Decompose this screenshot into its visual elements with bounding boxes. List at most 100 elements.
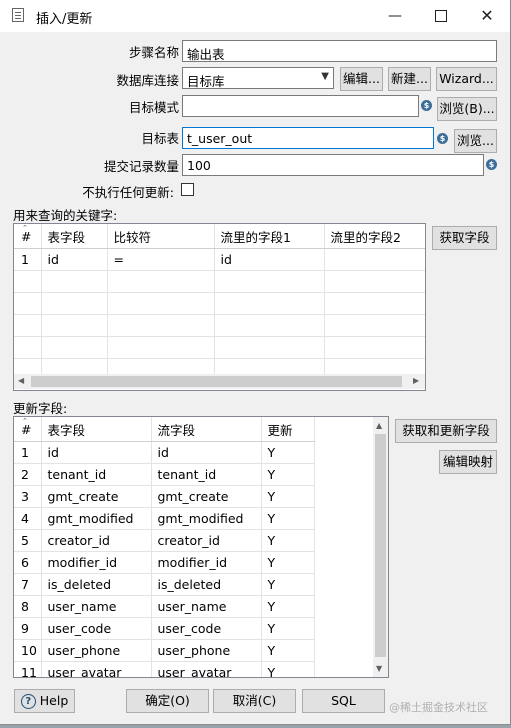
table-cell[interactable]: 1 bbox=[14, 441, 42, 464]
table-cell[interactable]: 4 bbox=[14, 507, 42, 530]
close-button[interactable]: ✕ bbox=[464, 0, 510, 32]
table-cell[interactable]: 11 bbox=[14, 661, 42, 677]
get-update-fields-button[interactable]: 获取和更新字段 bbox=[395, 419, 497, 443]
table-cell[interactable]: user_name bbox=[151, 595, 262, 618]
key-table-header-cell[interactable]: 比较符 bbox=[107, 224, 215, 249]
table-cell[interactable]: id bbox=[214, 248, 325, 271]
table-cell[interactable]: 2 bbox=[14, 463, 42, 486]
get-fields-button[interactable]: 获取字段 bbox=[432, 226, 497, 250]
table-cell[interactable]: Y bbox=[261, 551, 315, 574]
table-cell[interactable]: 8 bbox=[14, 595, 42, 618]
table-cell[interactable]: 6 bbox=[14, 551, 42, 574]
table-row[interactable]: 1 id = id bbox=[14, 248, 425, 271]
table-cell[interactable]: 10 bbox=[14, 639, 42, 662]
browse-table-button[interactable]: 浏览... bbox=[454, 129, 497, 153]
key-table-header-cell[interactable]: 流里的字段2 bbox=[324, 224, 425, 249]
table-cell[interactable]: Y bbox=[261, 661, 315, 677]
table-cell[interactable] bbox=[107, 270, 215, 293]
sql-button[interactable]: SQL bbox=[302, 689, 385, 713]
table-row[interactable]: 9 user_code user_code Y bbox=[14, 617, 315, 640]
cancel-button[interactable]: 取消(C) bbox=[213, 689, 296, 713]
table-cell[interactable] bbox=[14, 292, 42, 315]
table-cell[interactable] bbox=[214, 292, 325, 315]
key-table-header-cell[interactable]: 表字段 bbox=[41, 224, 108, 249]
table-cell[interactable]: gmt_create bbox=[151, 485, 262, 508]
help-button[interactable]: ? Help bbox=[14, 689, 75, 713]
table-cell[interactable] bbox=[41, 270, 108, 293]
table-cell[interactable]: 3 bbox=[14, 485, 42, 508]
table-cell[interactable]: tenant_id bbox=[151, 463, 262, 486]
table-cell[interactable]: gmt_create bbox=[41, 485, 152, 508]
table-cell[interactable] bbox=[14, 270, 42, 293]
table-cell[interactable]: Y bbox=[261, 573, 315, 596]
scroll-down-icon[interactable]: ▼ bbox=[376, 664, 382, 673]
table-row[interactable]: 3 gmt_create gmt_create Y bbox=[14, 485, 315, 508]
table-cell[interactable]: creator_id bbox=[41, 529, 152, 552]
table-cell[interactable]: Y bbox=[261, 441, 315, 464]
table-cell[interactable]: 9 bbox=[14, 617, 42, 640]
update-table-vscrollbar[interactable]: ▲ ▼ bbox=[373, 417, 388, 677]
table-cell[interactable] bbox=[41, 336, 108, 359]
target-schema-input[interactable] bbox=[182, 95, 419, 117]
table-cell[interactable] bbox=[107, 336, 215, 359]
table-cell[interactable]: is_deleted bbox=[151, 573, 262, 596]
table-row[interactable]: 11 user_avatar user_avatar Y bbox=[14, 661, 315, 677]
table-cell[interactable]: = bbox=[107, 248, 215, 271]
key-table-hscrollbar[interactable]: ◀ ▶ bbox=[14, 374, 425, 389]
no-update-checkbox[interactable] bbox=[181, 183, 194, 196]
table-cell[interactable] bbox=[214, 270, 325, 293]
browse-schema-button[interactable]: 浏览(B)... bbox=[437, 97, 497, 121]
table-cell[interactable]: gmt_modified bbox=[41, 507, 152, 530]
table-row[interactable] bbox=[14, 336, 425, 359]
table-cell[interactable]: user_avatar bbox=[41, 661, 152, 677]
edit-connection-button[interactable]: 编辑... bbox=[340, 67, 383, 91]
table-cell[interactable] bbox=[324, 248, 425, 271]
step-name-input[interactable]: 输出表 bbox=[182, 40, 497, 62]
table-cell[interactable] bbox=[107, 292, 215, 315]
table-cell[interactable]: modifier_id bbox=[151, 551, 262, 574]
update-table-header-cell[interactable]: 流字段 bbox=[151, 417, 262, 442]
table-cell[interactable]: Y bbox=[261, 639, 315, 662]
minimize-button[interactable]: — bbox=[372, 0, 418, 32]
scroll-right-icon[interactable]: ▶ bbox=[413, 376, 419, 385]
key-table-header-cell[interactable]: 流里的字段1 bbox=[214, 224, 325, 249]
table-row[interactable]: 1 id id Y bbox=[14, 441, 315, 464]
table-cell[interactable]: id bbox=[41, 441, 152, 464]
table-cell[interactable] bbox=[41, 292, 108, 315]
target-table-input[interactable]: t_user_out bbox=[182, 127, 434, 149]
edit-mapping-button[interactable]: 编辑映射 bbox=[439, 450, 497, 474]
table-cell[interactable]: id bbox=[41, 248, 108, 271]
table-row[interactable]: 10 user_phone user_phone Y bbox=[14, 639, 315, 662]
table-row[interactable]: 4 gmt_modified gmt_modified Y bbox=[14, 507, 315, 530]
table-row[interactable]: 7 is_deleted is_deleted Y bbox=[14, 573, 315, 596]
table-row[interactable]: 6 modifier_id modifier_id Y bbox=[14, 551, 315, 574]
table-row[interactable]: 8 user_name user_name Y bbox=[14, 595, 315, 618]
table-cell[interactable]: user_code bbox=[151, 617, 262, 640]
ok-button[interactable]: 确定(O) bbox=[126, 689, 209, 713]
table-cell[interactable]: Y bbox=[261, 463, 315, 486]
db-connection-select[interactable]: 目标库 ▼ bbox=[182, 67, 334, 89]
table-cell[interactable]: 7 bbox=[14, 573, 42, 596]
table-cell[interactable]: Y bbox=[261, 507, 315, 530]
scroll-up-icon[interactable]: ▲ bbox=[376, 421, 382, 430]
table-cell[interactable] bbox=[107, 314, 215, 337]
table-cell[interactable] bbox=[324, 314, 425, 337]
table-row[interactable] bbox=[14, 314, 425, 337]
table-cell[interactable]: id bbox=[151, 441, 262, 464]
table-cell[interactable]: user_avatar bbox=[151, 661, 262, 677]
wizard-button[interactable]: Wizard... bbox=[436, 67, 497, 91]
table-cell[interactable]: 1 bbox=[14, 248, 42, 271]
maximize-button[interactable] bbox=[418, 0, 464, 32]
table-cell[interactable] bbox=[14, 314, 42, 337]
table-cell[interactable]: is_deleted bbox=[41, 573, 152, 596]
update-table-header-cell[interactable]: 表字段 bbox=[41, 417, 152, 442]
table-cell[interactable]: gmt_modified bbox=[151, 507, 262, 530]
table-row[interactable]: 5 creator_id creator_id Y bbox=[14, 529, 315, 552]
scroll-thumb[interactable] bbox=[31, 376, 402, 387]
table-cell[interactable] bbox=[14, 336, 42, 359]
table-cell[interactable]: user_phone bbox=[41, 639, 152, 662]
table-cell[interactable] bbox=[214, 314, 325, 337]
table-cell[interactable] bbox=[324, 292, 425, 315]
table-cell[interactable] bbox=[324, 336, 425, 359]
table-row[interactable] bbox=[14, 270, 425, 293]
